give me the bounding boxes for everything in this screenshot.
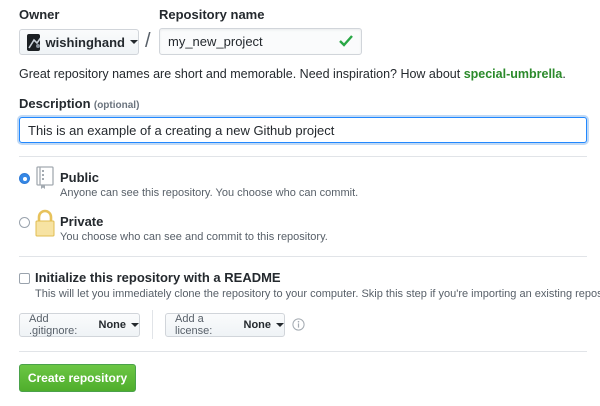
license-select[interactable]: Add a license: None <box>165 313 285 337</box>
license-prefix: Add a license: <box>175 313 213 337</box>
private-radio[interactable] <box>19 217 30 228</box>
repo-book-icon <box>36 166 54 193</box>
public-description: Anyone can see this repository. You choo… <box>60 187 359 199</box>
create-repository-button[interactable]: Create repository <box>19 364 136 392</box>
owner-avatar <box>27 33 40 51</box>
private-description: You choose who can see and commit to thi… <box>60 231 328 243</box>
info-icon[interactable] <box>292 318 305 334</box>
public-title: Public <box>60 170 100 185</box>
owner-label: Owner <box>19 7 60 22</box>
lock-icon <box>35 209 55 240</box>
description-label-row: Description (optional) <box>19 96 139 111</box>
license-value: None <box>243 319 272 331</box>
hint-period: . <box>562 67 566 81</box>
divider <box>19 351 587 352</box>
check-icon <box>339 35 353 50</box>
repo-name-value: my_new_project <box>168 34 263 49</box>
chevron-down-icon <box>276 323 284 327</box>
chevron-down-icon <box>130 40 138 44</box>
repo-name-hint: Great repository names are short and mem… <box>19 67 566 81</box>
description-input[interactable]: This is an example of a creating a new G… <box>19 117 587 143</box>
public-radio[interactable] <box>19 173 30 184</box>
description-label: Description <box>19 96 91 111</box>
repo-name-input[interactable]: my_new_project <box>159 28 362 55</box>
gitignore-value: None <box>98 319 127 331</box>
gitignore-select[interactable]: Add .gitignore: None <box>19 313 140 337</box>
description-value: This is an example of a creating a new G… <box>28 122 335 138</box>
owner-repo-separator: / <box>145 30 151 52</box>
chevron-down-icon <box>131 323 139 327</box>
gitignore-prefix: Add .gitignore: <box>29 313 78 337</box>
owner-select[interactable]: wishinghand <box>19 29 139 55</box>
readme-description: This will let you immediately clone the … <box>35 288 600 300</box>
description-optional: (optional) <box>93 100 140 111</box>
private-title: Private <box>60 214 104 229</box>
owner-name: wishinghand <box>45 34 125 50</box>
select-separator <box>152 310 153 339</box>
readme-title: Initialize this repository with a README <box>35 270 281 285</box>
hint-text: Great repository names are short and mem… <box>19 67 461 81</box>
divider <box>19 156 587 157</box>
divider <box>19 256 587 257</box>
repo-name-label: Repository name <box>159 7 265 22</box>
readme-checkbox[interactable] <box>19 273 30 284</box>
name-suggestion-link[interactable]: special-umbrella <box>464 67 563 81</box>
